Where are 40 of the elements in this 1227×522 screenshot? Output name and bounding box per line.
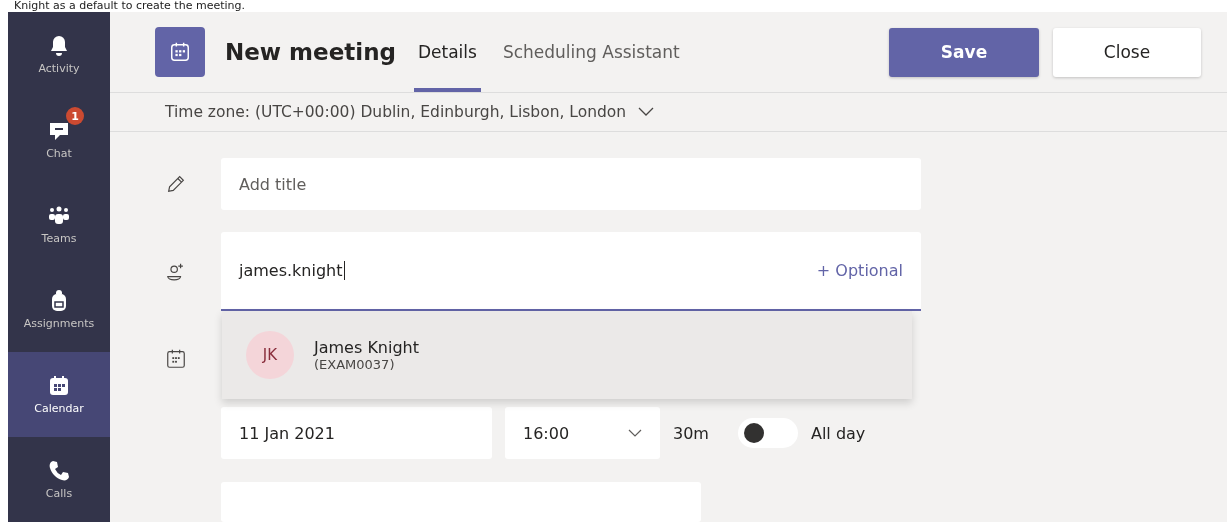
time-dropdown[interactable]: 16:00 xyxy=(505,407,660,459)
all-day-label: All day xyxy=(810,423,866,443)
calendar-icon xyxy=(165,348,187,370)
notification-badge: 1 xyxy=(66,107,84,125)
attendee-input-text: james.knight xyxy=(239,261,345,280)
caption-text: Knight as a default to create the meeting. xyxy=(13,0,246,12)
suggestion-item[interactable]: JK James Knight (EXAM0037) xyxy=(222,311,912,399)
sidebar-item[interactable]: Calls xyxy=(8,437,110,522)
sidebar-item[interactable]: Assignments xyxy=(8,267,110,352)
time-zone-dropdown[interactable]: Time zone: (UTC+00:00) Dublin, Edinburgh, Lisbon, London xyxy=(165,103,627,121)
sidebar-item[interactable]: Teams xyxy=(8,182,110,267)
calendar-icon xyxy=(155,27,205,77)
title-field[interactable]: Add title xyxy=(221,158,921,210)
tab[interactable]: Scheduling Assistant xyxy=(498,12,684,92)
sidebar-label: Calendar xyxy=(34,402,84,415)
avatar: JK xyxy=(246,331,294,379)
close-button[interactable]: Close xyxy=(1053,27,1201,77)
sidebar-label: Chat xyxy=(46,147,72,160)
dialog-title: New meeting xyxy=(225,39,396,65)
attendee-field[interactable]: james.knight + Optional xyxy=(221,232,921,311)
save-button[interactable]: Save xyxy=(889,27,1039,77)
date-field[interactable]: 11 Jan 2021 xyxy=(221,407,492,459)
sidebar-label: Activity xyxy=(38,62,80,75)
pencil-icon xyxy=(165,173,187,195)
chevron-down-icon xyxy=(628,429,642,437)
person-name: James Knight xyxy=(314,338,420,357)
duration-label: 30m xyxy=(673,423,709,443)
chevron-down-icon xyxy=(638,107,655,117)
sidebar-item[interactable]: Chat 1 xyxy=(8,97,110,182)
person-id: (EXAM0037) xyxy=(314,357,396,372)
sidebar-item[interactable]: Activity xyxy=(8,12,110,97)
sidebar-item[interactable]: Calendar xyxy=(8,352,110,437)
sidebar-label: Teams xyxy=(41,232,77,245)
sidebar-label: Calls xyxy=(45,487,73,500)
optional-link[interactable]: + Optional xyxy=(816,261,903,280)
all-day-toggle[interactable] xyxy=(737,418,798,448)
phone-icon xyxy=(47,459,71,483)
calendar-icon xyxy=(47,374,71,398)
tab[interactable]: Details xyxy=(414,12,481,92)
sidebar-label: Assignments xyxy=(23,317,95,330)
